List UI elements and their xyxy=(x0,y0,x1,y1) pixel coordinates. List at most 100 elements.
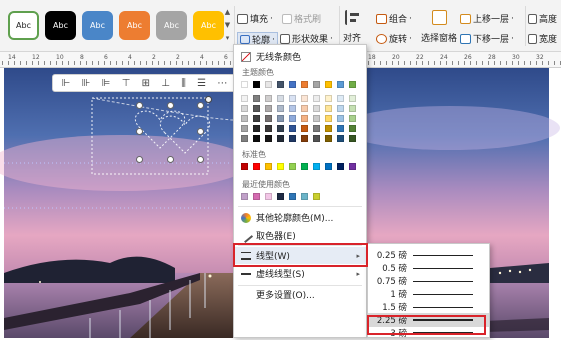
color-swatch[interactable] xyxy=(337,135,344,142)
color-swatch[interactable] xyxy=(325,95,332,102)
color-swatch[interactable] xyxy=(301,163,308,170)
eyedropper-item[interactable]: 取色器(E) xyxy=(234,227,366,244)
color-swatch[interactable] xyxy=(241,135,248,142)
color-swatch[interactable] xyxy=(289,163,296,170)
color-swatch[interactable] xyxy=(337,81,344,88)
color-swatch[interactable] xyxy=(253,105,260,112)
more-align-icon[interactable]: ⋯ xyxy=(217,78,227,89)
color-swatch[interactable] xyxy=(241,163,248,170)
color-swatch[interactable] xyxy=(241,81,248,88)
shape-style-4[interactable]: Abc xyxy=(119,11,150,40)
chevron-up-icon[interactable]: ▲ xyxy=(225,8,230,16)
color-swatch[interactable] xyxy=(277,125,284,132)
color-swatch[interactable] xyxy=(289,105,296,112)
color-swatch[interactable] xyxy=(313,163,320,170)
color-swatch[interactable] xyxy=(349,125,356,132)
color-swatch[interactable] xyxy=(277,135,284,142)
line-weight-option[interactable]: 0.75 磅 xyxy=(368,274,489,288)
color-swatch[interactable] xyxy=(325,125,332,132)
color-swatch[interactable] xyxy=(253,125,260,132)
color-swatch[interactable] xyxy=(265,135,272,142)
no-line-color-item[interactable]: 无线条颜色 xyxy=(234,48,366,65)
shape-style-2[interactable]: Abc xyxy=(45,11,76,40)
shape-style-6[interactable]: Abc xyxy=(193,11,224,40)
color-swatch[interactable] xyxy=(301,115,308,122)
rotate-button[interactable]: 旋转 · xyxy=(376,32,412,45)
color-swatch[interactable] xyxy=(337,115,344,122)
color-swatch[interactable] xyxy=(313,81,320,88)
color-swatch[interactable] xyxy=(313,105,320,112)
color-swatch[interactable] xyxy=(325,163,332,170)
color-swatch[interactable] xyxy=(301,193,308,200)
color-swatch[interactable] xyxy=(325,135,332,142)
send-backward-button[interactable]: 下移一层 · xyxy=(460,32,514,45)
color-swatch[interactable] xyxy=(265,81,272,88)
color-swatch[interactable] xyxy=(289,95,296,102)
color-swatch[interactable] xyxy=(349,115,356,122)
color-swatch[interactable] xyxy=(265,105,272,112)
color-swatch[interactable] xyxy=(313,95,320,102)
color-swatch[interactable] xyxy=(241,95,248,102)
color-swatch[interactable] xyxy=(301,105,308,112)
color-swatch[interactable] xyxy=(265,163,272,170)
line-weight-option[interactable]: 2.25 磅 xyxy=(368,313,489,327)
color-swatch[interactable] xyxy=(337,163,344,170)
color-swatch[interactable] xyxy=(313,193,320,200)
color-swatch[interactable] xyxy=(289,115,296,122)
height-field[interactable]: 高度 xyxy=(528,12,557,25)
more-icon[interactable]: ▾ xyxy=(226,34,230,42)
color-swatch[interactable] xyxy=(289,125,296,132)
color-swatch[interactable] xyxy=(265,125,272,132)
align-left-icon[interactable]: ⊩ xyxy=(62,78,71,89)
color-swatch[interactable] xyxy=(301,81,308,88)
color-swatch[interactable] xyxy=(265,193,272,200)
more-settings-item[interactable]: 更多设置(O)... xyxy=(234,286,366,303)
rotate-handle-icon[interactable] xyxy=(205,96,212,103)
gallery-scroll[interactable]: ▲ ▼ ▾ xyxy=(223,8,232,42)
color-swatch[interactable] xyxy=(277,81,284,88)
more-outline-colors-item[interactable]: 其他轮廓颜色(M)... xyxy=(234,209,366,226)
color-swatch[interactable] xyxy=(289,81,296,88)
color-swatch[interactable] xyxy=(265,115,272,122)
line-weight-option[interactable]: 0.5 磅 xyxy=(368,261,489,275)
color-swatch[interactable] xyxy=(241,115,248,122)
fill-button[interactable]: 填充 · xyxy=(237,12,273,25)
distribute-vertical-icon[interactable]: ☰ xyxy=(197,78,206,89)
color-swatch[interactable] xyxy=(301,125,308,132)
color-swatch[interactable] xyxy=(337,105,344,112)
color-swatch[interactable] xyxy=(325,81,332,88)
color-swatch[interactable] xyxy=(277,115,284,122)
shape-style-5[interactable]: Abc xyxy=(156,11,187,40)
group-button[interactable]: 组合 · xyxy=(376,12,412,25)
width-field[interactable]: 宽度 xyxy=(528,32,557,45)
align-middle-icon[interactable]: ⊞ xyxy=(142,78,150,89)
line-weight-option[interactable]: 1 磅 xyxy=(368,287,489,301)
color-swatch[interactable] xyxy=(313,115,320,122)
distribute-horizontal-icon[interactable]: ⫼ xyxy=(181,78,186,89)
color-swatch[interactable] xyxy=(325,115,332,122)
color-swatch[interactable] xyxy=(253,163,260,170)
align-center-icon[interactable]: ⊪ xyxy=(82,78,91,89)
color-swatch[interactable] xyxy=(277,95,284,102)
align-right-icon[interactable]: ⊫ xyxy=(102,78,111,89)
color-swatch[interactable] xyxy=(253,193,260,200)
color-swatch[interactable] xyxy=(301,135,308,142)
color-swatch[interactable] xyxy=(241,125,248,132)
color-swatch[interactable] xyxy=(253,115,260,122)
color-swatch[interactable] xyxy=(349,105,356,112)
color-swatch[interactable] xyxy=(337,125,344,132)
color-swatch[interactable] xyxy=(277,163,284,170)
color-swatch[interactable] xyxy=(337,95,344,102)
color-swatch[interactable] xyxy=(241,193,248,200)
color-swatch[interactable] xyxy=(349,81,356,88)
chevron-down-icon[interactable]: ▼ xyxy=(225,21,230,29)
shape-style-1[interactable]: Abc xyxy=(8,11,39,40)
color-swatch[interactable] xyxy=(253,81,260,88)
color-swatch[interactable] xyxy=(313,135,320,142)
color-swatch[interactable] xyxy=(241,105,248,112)
line-weight-option[interactable]: 0.25 磅 xyxy=(368,248,489,262)
color-swatch[interactable] xyxy=(253,95,260,102)
align-bottom-icon[interactable]: ⊥ xyxy=(161,78,170,89)
color-swatch[interactable] xyxy=(349,163,356,170)
color-swatch[interactable] xyxy=(349,135,356,142)
